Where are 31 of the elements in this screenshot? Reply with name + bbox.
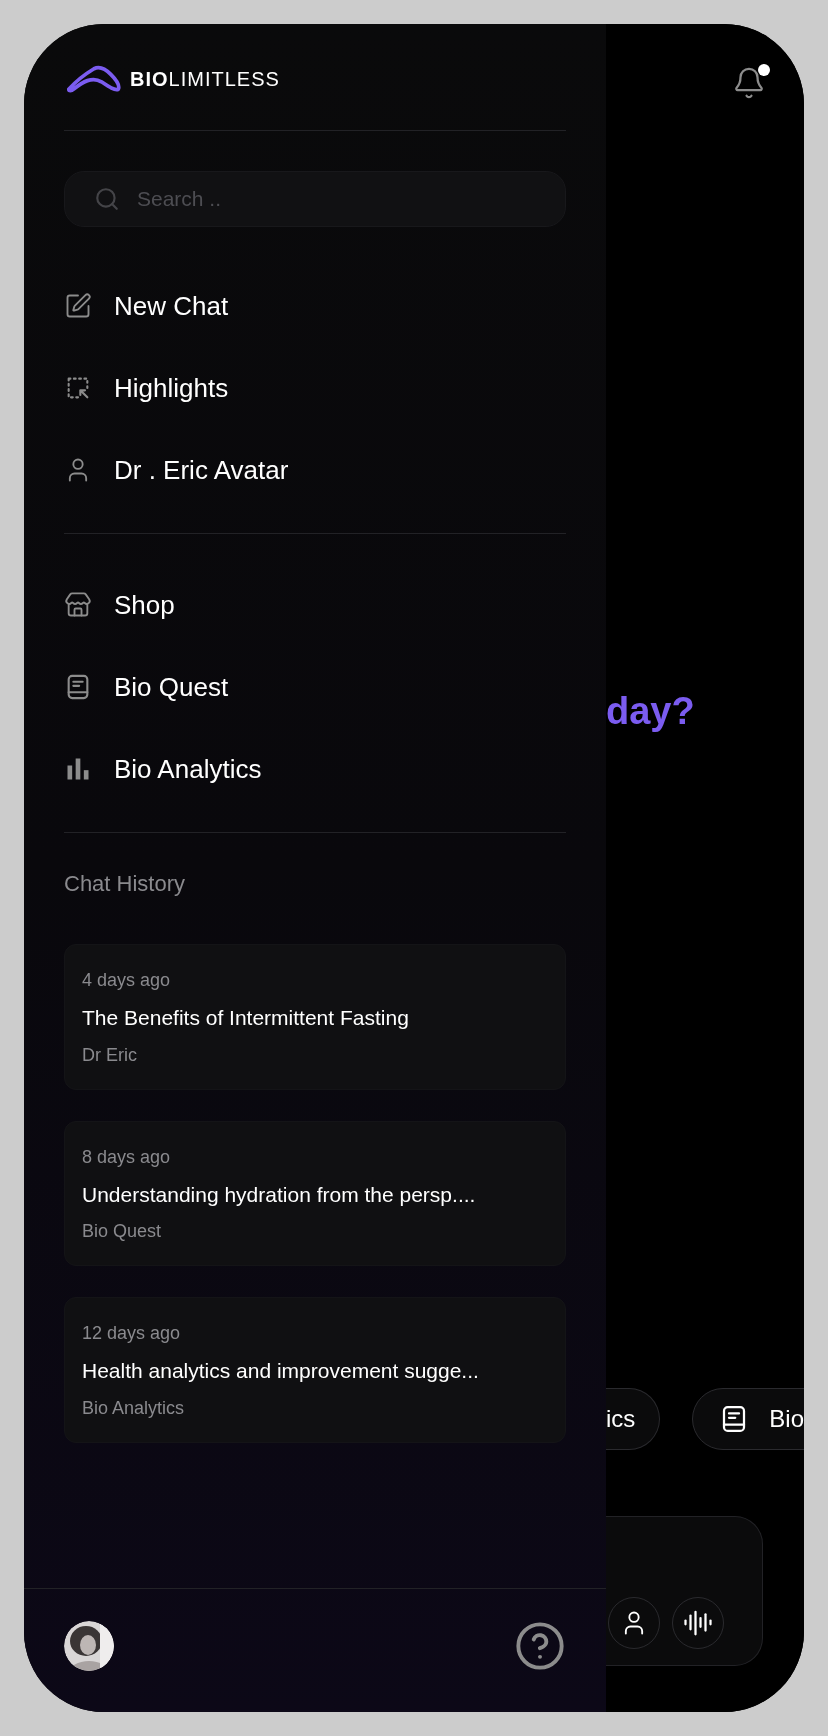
search-field[interactable]: Search .. xyxy=(64,171,566,227)
help-icon[interactable] xyxy=(514,1619,566,1672)
menu-item[interactable]: Bio Analytics xyxy=(64,728,566,810)
date-label: 8 days ago xyxy=(82,1145,172,1169)
chat-history-card[interactable]: 8 days ago Understanding hydration from the persp.... Bio Quest xyxy=(64,1120,566,1266)
source-label: Bio Analytics xyxy=(82,1396,186,1420)
chat-title: The Benefits of Intermittent Fasting xyxy=(82,1005,410,1031)
section-title: Chat History xyxy=(64,870,187,898)
suggestion-chip[interactable]: ics xyxy=(606,1388,661,1450)
date-label: 4 days ago xyxy=(82,969,172,992)
source-label: Dr Eric xyxy=(82,1043,138,1067)
source-label: Bio Quest xyxy=(82,1220,163,1243)
search-icon xyxy=(94,186,120,212)
chat-history-card[interactable]: 4 days ago The Benefits of Intermittent Fasting Dr Eric xyxy=(64,944,566,1090)
edit-icon xyxy=(64,292,92,320)
bell-icon[interactable] xyxy=(732,66,766,100)
menu-item[interactable]: Dr . Eric Avatar xyxy=(64,429,566,511)
menu-item[interactable]: New Chat xyxy=(64,265,566,347)
chat-title: Health analytics and improvement sugge... xyxy=(82,1358,480,1384)
chat-title: Understanding hydration from the persp.... xyxy=(82,1181,477,1208)
menu-item[interactable]: Shop xyxy=(64,564,566,646)
menu-item[interactable]: Bio Quest xyxy=(64,646,566,728)
logo-text: BIOLIMITLESS xyxy=(130,67,280,92)
store-icon xyxy=(64,591,92,619)
logo-icon xyxy=(64,65,124,93)
chat-history-card[interactable]: 12 days ago Health analytics and improvement sugge... Bio Analytics xyxy=(64,1297,566,1443)
audio-wave-icon xyxy=(683,1608,713,1638)
menu-item[interactable]: Highlights xyxy=(64,347,566,429)
date-label: 12 days ago xyxy=(82,1322,182,1345)
suggestion-chip[interactable]: Bio xyxy=(692,1388,804,1450)
greeting-heading: day? xyxy=(606,692,696,730)
